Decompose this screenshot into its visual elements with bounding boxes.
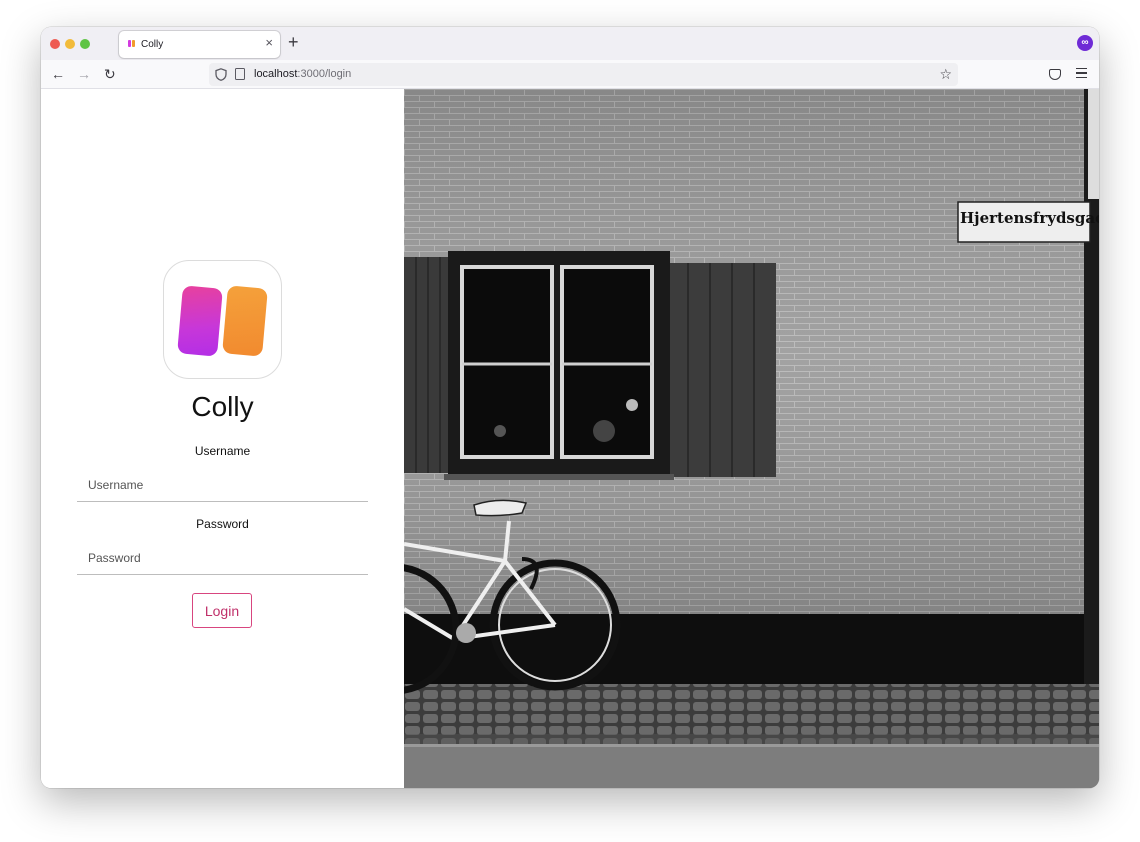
navigation-bar: ← → ↻ localhost:3000/login ☆ (41, 60, 1099, 89)
logo-card-orange (222, 285, 268, 357)
forward-button[interactable]: → (77, 65, 91, 83)
street-sign-text: Hjertensfrydsgade (960, 209, 1099, 227)
tab-colly[interactable]: Colly × (119, 31, 280, 58)
login-button[interactable]: Login (192, 593, 252, 628)
zoom-window-button[interactable] (80, 39, 90, 49)
reload-button[interactable]: ↻ (104, 65, 116, 83)
login-panel: Colly Username Password Login (41, 89, 404, 788)
background-photo: Hjertensfrydsgade (404, 89, 1099, 788)
browser-window: Colly × + ∞ ← → ↻ localhost:3000/login ☆… (41, 27, 1099, 788)
logo-card-pink (177, 285, 223, 357)
app-logo-icon (163, 260, 282, 379)
address-bar[interactable]: localhost:3000/login ☆ (209, 63, 958, 86)
password-label: Password (196, 517, 249, 531)
tab-title: Colly (141, 39, 164, 50)
bookmark-star-icon[interactable]: ☆ (939, 65, 952, 83)
street-photo-image (404, 89, 1099, 788)
tab-bar: Colly × + ∞ (41, 27, 1099, 60)
colly-favicon-icon (128, 40, 136, 48)
extension-icon[interactable]: ∞ (1077, 35, 1093, 51)
hamburger-menu-icon[interactable] (1076, 68, 1087, 80)
shield-icon[interactable] (215, 68, 227, 81)
username-input[interactable] (77, 468, 368, 502)
close-tab-icon[interactable]: × (265, 36, 273, 50)
password-input[interactable] (77, 541, 368, 575)
username-label: Username (194, 444, 251, 458)
url-text[interactable]: localhost:3000/login (254, 68, 351, 81)
back-button[interactable]: ← (51, 65, 65, 83)
app-title: Colly (191, 391, 254, 422)
minimize-window-button[interactable] (65, 39, 75, 49)
pocket-icon[interactable] (1049, 69, 1061, 80)
close-window-button[interactable] (50, 39, 60, 49)
new-tab-button[interactable]: + (288, 32, 299, 52)
page-content: Colly Username Password Login (41, 89, 1099, 788)
page-icon[interactable] (235, 68, 245, 80)
